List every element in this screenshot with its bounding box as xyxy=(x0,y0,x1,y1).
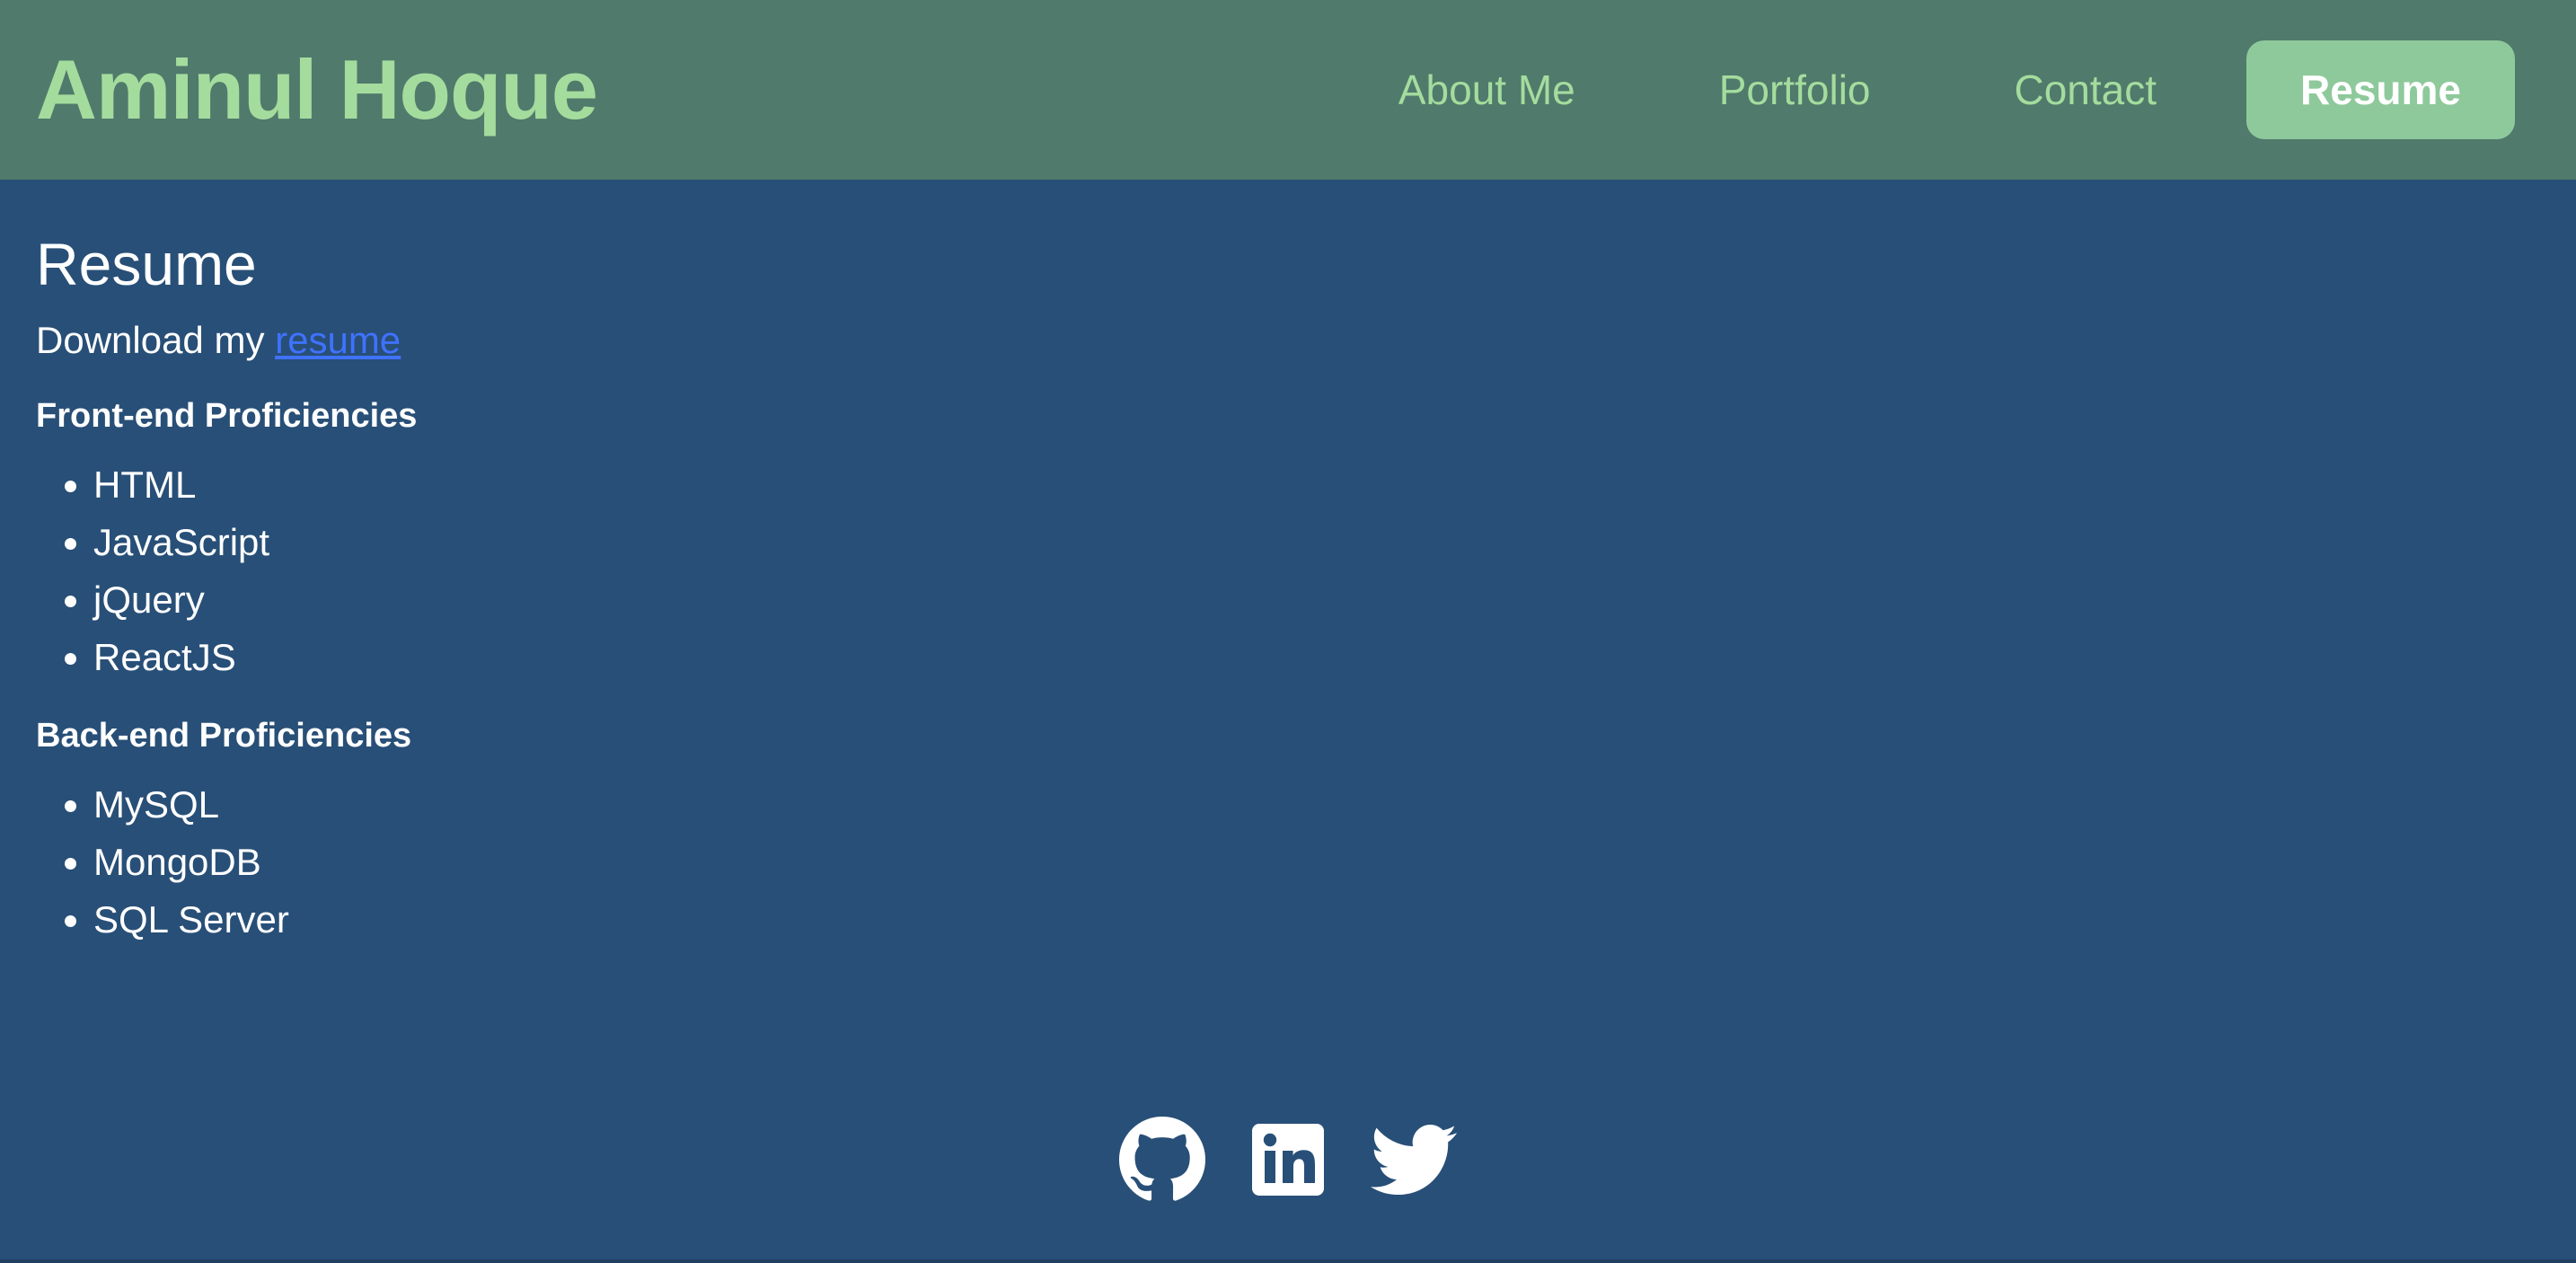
list-item: MongoDB xyxy=(93,834,2540,891)
frontend-list: HTML JavaScript jQuery ReactJS xyxy=(36,456,2540,686)
page-title: Resume xyxy=(36,231,257,297)
linkedin-icon xyxy=(1252,1124,1324,1196)
list-item: HTML xyxy=(93,456,2540,514)
backend-title: Back-end Proficiencies xyxy=(36,717,412,755)
site-brand[interactable]: Aminul Hoque xyxy=(36,41,598,138)
list-item: SQL Server xyxy=(93,891,2540,949)
list-item: ReactJS xyxy=(93,629,2540,686)
list-item: MySQL xyxy=(93,776,2540,834)
nav-portfolio[interactable]: Portfolio xyxy=(1719,66,1871,114)
github-link[interactable] xyxy=(1119,1117,1205,1203)
site-header: Aminul Hoque About Me Portfolio Contact … xyxy=(0,0,2576,180)
main-nav: About Me Portfolio Contact Resume xyxy=(1255,40,2515,139)
nav-about-me[interactable]: About Me xyxy=(1398,66,1575,114)
bottom-divider xyxy=(0,1259,2576,1263)
resume-section: Resume Download my resume Front-end Prof… xyxy=(0,228,2576,949)
resume-download-link[interactable]: resume xyxy=(275,319,401,361)
list-item: JavaScript xyxy=(93,514,2540,571)
download-text: Download my resume xyxy=(36,318,2540,363)
linkedin-link[interactable] xyxy=(1245,1117,1331,1203)
nav-contact[interactable]: Contact xyxy=(2015,66,2157,114)
download-prefix: Download my xyxy=(36,319,276,361)
frontend-title: Front-end Proficiencies xyxy=(36,397,418,435)
github-icon xyxy=(1119,1117,1205,1201)
nav-resume-button[interactable]: Resume xyxy=(2246,40,2515,139)
social-links xyxy=(0,1117,2576,1203)
twitter-link[interactable] xyxy=(1371,1117,1457,1203)
backend-list: MySQL MongoDB SQL Server xyxy=(36,776,2540,949)
list-item: jQuery xyxy=(93,571,2540,629)
twitter-icon xyxy=(1371,1125,1457,1195)
